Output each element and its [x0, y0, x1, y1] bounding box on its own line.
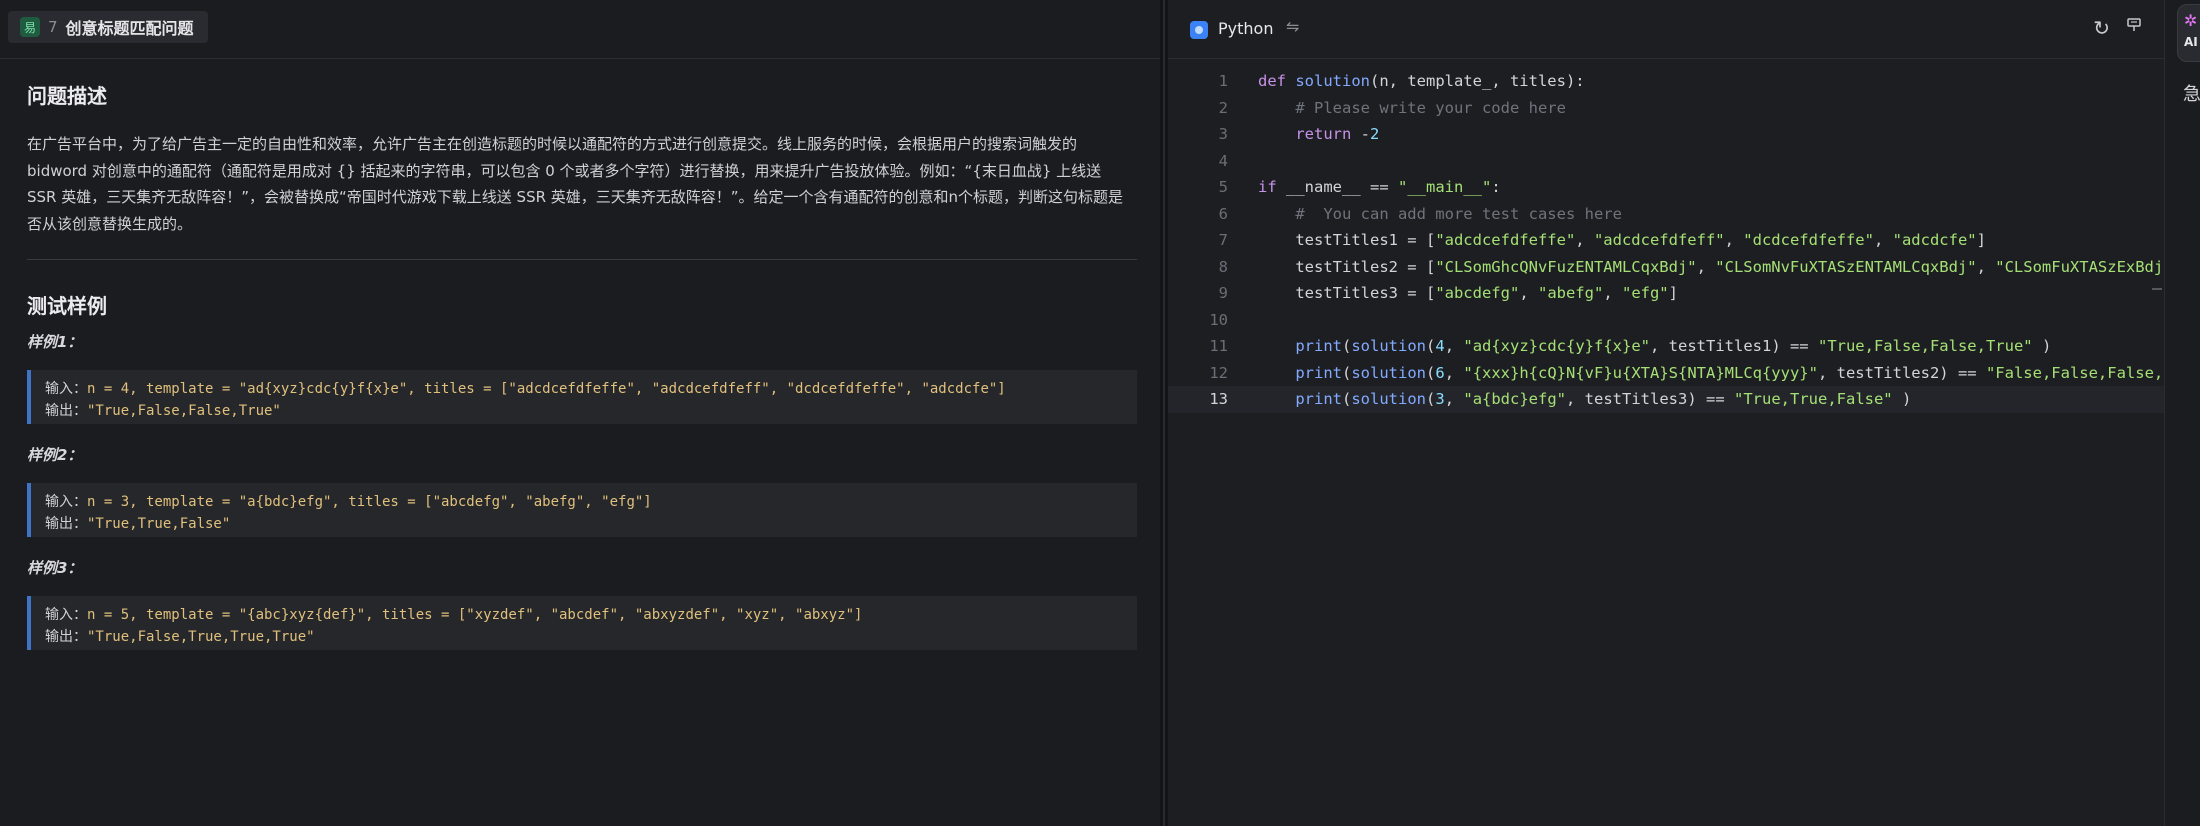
ai-label: AI — [2184, 35, 2198, 49]
example-label: 样例3： — [27, 559, 83, 577]
code-area[interactable]: 1 def solution(n, template_, titles): 2 # … — [1168, 68, 2164, 413]
example-3: 样例3： 输入：n = 5, template = "{abc}xyz{def}… — [27, 557, 1137, 650]
code-text[interactable]: # You can add more test cases here — [1258, 201, 1622, 228]
example-code-block: 输入：n = 3, template = "a{bdc}efg", titles… — [27, 483, 1137, 537]
code-line[interactable]: 1 def solution(n, template_, titles): — [1168, 68, 2164, 95]
code-line[interactable]: 10 — [1168, 307, 2164, 334]
input-key: 输入： — [45, 607, 87, 623]
line-number: 8 — [1218, 257, 1228, 276]
code-text[interactable]: print(solution(3, "a{bdc}efg", testTitle… — [1258, 386, 1911, 413]
code-editor[interactable]: Python ⇋ ↻ 1 def solution(n, template_, t… — [1168, 0, 2164, 826]
line-number: 12 — [1209, 363, 1228, 382]
input-key: 输入： — [45, 381, 87, 397]
code-line[interactable]: 8 testTitles2 = ["CLSomGhcQNvFuzENTAMLCq… — [1168, 254, 2164, 281]
line-number: 5 — [1218, 178, 1228, 196]
swap-icon[interactable]: ⇋ — [1286, 17, 1299, 36]
ai-assistant-button[interactable]: ✲ AI — [2177, 4, 2200, 62]
line-number: 11 — [1209, 337, 1228, 355]
code-text[interactable]: testTitles2 = ["CLSomGhcQNvFuzENTAMLCqxB… — [1258, 254, 2163, 281]
problem-tab[interactable]: 易 7 创意标题匹配问题 — [8, 11, 208, 43]
example-code-block: 输入：n = 4, template = "ad{xyz}cdc{y}f{x}e… — [27, 370, 1137, 424]
format-icon[interactable] — [2126, 17, 2142, 33]
python-icon — [1190, 21, 1208, 39]
code-line[interactable]: 5 if __name__ == "__main__": — [1168, 174, 2164, 201]
editor-header: Python ⇋ ↻ — [1168, 0, 2164, 59]
code-text[interactable]: testTitles3 = ["abcdefg", "abefg", "efg"… — [1258, 280, 1678, 307]
problem-header: 易 7 创意标题匹配问题 — [0, 0, 1160, 59]
examples-heading: 测试样例 — [27, 294, 107, 318]
problem-number: 7 — [48, 18, 58, 36]
splitter-grip[interactable] — [1163, 0, 1165, 826]
code-line[interactable]: 9 testTitles3 = ["abcdefg", "abefg", "ef… — [1168, 280, 2164, 307]
line-number: 9 — [1218, 284, 1228, 302]
problem-description: 在广告平台中，为了给广告主一定的自由性和效率，允许广告主在创造标题的时候以通配符… — [27, 135, 1124, 233]
problem-content: 问题描述 在广告平台中，为了给广告主一定的自由性和效率，允许广告主在创造标题的时… — [27, 80, 1137, 650]
code-text[interactable]: print(solution(6, "{xxx}h{cQ}N{vF}u{XTA}… — [1258, 360, 2163, 387]
code-line[interactable]: 7 testTitles1 = ["adcdcefdfeffe", "adcdc… — [1168, 227, 2164, 254]
output-key: 输出： — [45, 629, 87, 645]
problem-panel: 易 7 创意标题匹配问题 问题描述 在广告平台中，为了给广告主一定的自由性和效率… — [0, 0, 1160, 826]
sparkle-icon: ✲ — [2184, 11, 2198, 30]
example-code-block: 输入：n = 5, template = "{abc}xyz{def}", ti… — [27, 596, 1137, 650]
code-text[interactable]: def solution(n, template_, titles): — [1258, 68, 1585, 95]
code-line[interactable]: 13 print(solution(3, "a{bdc}efg", testTi… — [1168, 386, 2164, 413]
language-selector[interactable]: Python — [1218, 19, 1273, 38]
code-line[interactable]: 3 return -2 — [1168, 121, 2164, 148]
difficulty-badge: 易 — [20, 17, 40, 37]
code-text[interactable]: if __name__ == "__main__": — [1258, 174, 1501, 201]
code-line[interactable]: 4 — [1168, 148, 2164, 175]
line-number: 4 — [1218, 151, 1228, 170]
line-number: 13 — [1209, 390, 1228, 408]
input-key: 输入： — [45, 494, 87, 510]
example-label: 样例1： — [27, 333, 83, 351]
refresh-icon[interactable]: ↻ — [2093, 16, 2110, 40]
code-line[interactable]: 6 # You can add more test cases here — [1168, 201, 2164, 228]
code-text[interactable]: # Please write your code here — [1258, 95, 1566, 122]
example-input: n = 4, template = "ad{xyz}cdc{y}f{x}e", … — [87, 381, 1006, 397]
example-1: 样例1： 输入：n = 4, template = "ad{xyz}cdc{y}… — [27, 331, 1137, 424]
code-line[interactable]: 2 # Please write your code here — [1168, 95, 2164, 122]
line-number: 7 — [1218, 231, 1228, 249]
output-key: 输出： — [45, 403, 87, 419]
example-label: 样例2： — [27, 446, 83, 464]
panel-splitter[interactable] — [1160, 0, 1168, 826]
line-number: 2 — [1218, 98, 1228, 117]
code-text[interactable]: testTitles1 = ["adcdcefdfeffe", "adcdcef… — [1258, 227, 1986, 254]
line-number: 6 — [1218, 204, 1228, 223]
code-text[interactable]: return -2 — [1258, 121, 1379, 148]
code-line[interactable]: 12 print(solution(6, "{xxx}h{cQ}N{vF}u{X… — [1168, 360, 2164, 387]
line-number: 3 — [1218, 125, 1228, 143]
example-output: "True,False,True,True,True" — [87, 629, 315, 645]
scrollbar-marker[interactable] — [2152, 288, 2162, 290]
output-key: 输出： — [45, 516, 87, 532]
rail-glyph[interactable]: 急 — [2183, 80, 2200, 106]
problem-title: 创意标题匹配问题 — [65, 19, 194, 38]
example-2: 样例2： 输入：n = 3, template = "a{bdc}efg", t… — [27, 444, 1137, 537]
example-output: "True,False,False,True" — [87, 403, 281, 419]
example-output: "True,True,False" — [87, 516, 231, 532]
line-number: 1 — [1218, 72, 1228, 90]
example-input: n = 3, template = "a{bdc}efg", titles = … — [87, 494, 652, 510]
right-rail: ✲ AI 急 — [2164, 0, 2200, 826]
line-number: 10 — [1209, 310, 1228, 329]
divider — [27, 259, 1137, 260]
description-heading: 问题描述 — [27, 84, 107, 108]
example-input: n = 5, template = "{abc}xyz{def}", title… — [87, 607, 863, 623]
code-text[interactable]: print(solution(4, "ad{xyz}cdc{y}f{x}e", … — [1258, 333, 2051, 360]
code-line[interactable]: 11 print(solution(4, "ad{xyz}cdc{y}f{x}e… — [1168, 333, 2164, 360]
